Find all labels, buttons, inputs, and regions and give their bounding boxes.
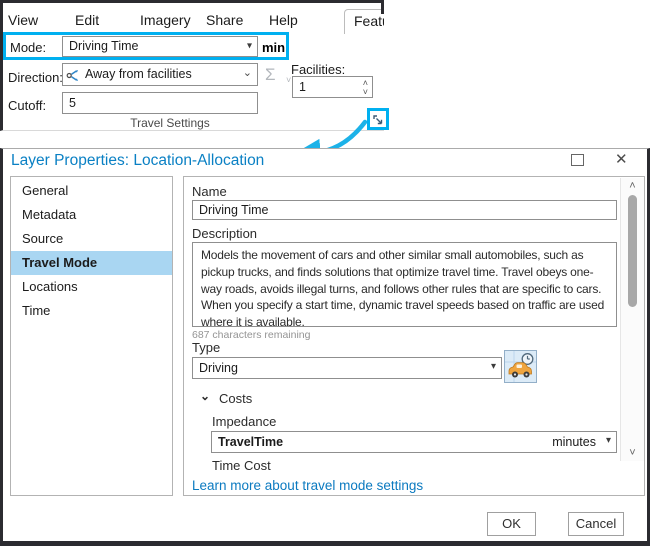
- dialog-sidebar: General Metadata Source Travel Mode Loca…: [10, 176, 173, 496]
- direction-label: Direction:: [8, 70, 63, 85]
- sidebar-item-general[interactable]: General: [11, 179, 172, 203]
- mode-label: Mode:: [10, 40, 46, 55]
- tab-feature-layer[interactable]: Featu: [344, 9, 384, 34]
- dropdown-caret-icon: ▾: [247, 36, 252, 55]
- ok-button[interactable]: OK: [487, 512, 536, 536]
- sidebar-item-source[interactable]: Source: [11, 227, 172, 251]
- menu-item-share[interactable]: Share: [206, 12, 243, 28]
- description-textarea[interactable]: Models the movement of cars and other si…: [192, 242, 617, 327]
- chevron-down-icon: ⌄: [243, 63, 252, 84]
- screenshot-edge: [381, 3, 384, 14]
- name-label: Name: [192, 184, 227, 199]
- facilities-value: 1: [299, 80, 306, 94]
- name-input[interactable]: Driving Time: [192, 200, 617, 220]
- mode-value: Driving Time: [69, 39, 138, 53]
- spinner-down-icon[interactable]: ˅: [363, 88, 368, 97]
- impedance-units-dropdown[interactable]: minutes: [552, 432, 596, 452]
- impedance-value: TravelTime: [218, 435, 283, 449]
- maximize-icon: [571, 154, 584, 166]
- sidebar-item-time[interactable]: Time: [11, 299, 172, 323]
- facilities-input[interactable]: 1 ˄ ˅: [292, 76, 373, 98]
- sidebar-item-travel-mode[interactable]: Travel Mode: [11, 251, 172, 275]
- mode-unit-label: min: [262, 40, 285, 55]
- direction-value: Away from facilities: [85, 67, 192, 81]
- facilities-label: Facilities:: [291, 62, 345, 77]
- menu-item-help[interactable]: Help: [269, 12, 298, 28]
- cancel-button[interactable]: Cancel: [568, 512, 624, 536]
- cutoff-input[interactable]: 5: [62, 92, 258, 114]
- travel-mode-pane: Name Driving Time Description Models the…: [183, 176, 645, 496]
- menu-item-imagery[interactable]: Imagery: [140, 12, 191, 28]
- dialog-launcher-button[interactable]: [372, 113, 384, 125]
- close-button[interactable]: ✕: [615, 150, 628, 168]
- time-cost-label: Time Cost: [212, 458, 271, 473]
- direction-dropdown[interactable]: Away from facilities ⌄: [62, 63, 258, 86]
- screenshot-stage: View Edit Imagery Share Help Featu Mode:…: [0, 0, 650, 548]
- menu-item-view[interactable]: View: [8, 12, 38, 28]
- type-label: Type: [192, 340, 220, 355]
- dropdown-caret-icon: ▾: [491, 357, 496, 377]
- impedance-field[interactable]: TravelTime minutes ▾: [211, 431, 617, 453]
- costs-section-label: Costs: [219, 391, 252, 406]
- dropdown-caret-icon: ▾: [606, 431, 611, 451]
- launcher-highlight: [367, 108, 389, 130]
- cutoff-label: Cutoff:: [8, 98, 46, 113]
- dialog-title: Layer Properties: Location-Allocation: [11, 152, 264, 170]
- impedance-label: Impedance: [212, 414, 276, 429]
- sidebar-item-metadata[interactable]: Metadata: [11, 203, 172, 227]
- maximize-button[interactable]: [571, 153, 584, 170]
- scroll-down-button[interactable]: ˅: [621, 447, 644, 459]
- driving-mode-icon-button[interactable]: [504, 350, 537, 383]
- car-clock-icon: [505, 369, 536, 386]
- sidebar-item-locations[interactable]: Locations: [11, 275, 172, 299]
- costs-collapse-icon[interactable]: ⌄: [200, 389, 210, 403]
- menu-item-edit[interactable]: Edit: [75, 12, 99, 28]
- cutoff-value: 5: [69, 96, 76, 110]
- type-dropdown[interactable]: Driving ▾: [192, 357, 502, 379]
- name-value: Driving Time: [199, 203, 268, 217]
- vertical-scrollbar[interactable]: ˄ ˅: [620, 178, 644, 461]
- learn-more-link[interactable]: Learn more about travel mode settings: [192, 478, 423, 493]
- layer-properties-dialog: Layer Properties: Location-Allocation ✕ …: [0, 148, 650, 546]
- mode-dropdown[interactable]: Driving Time ▾: [62, 36, 258, 57]
- description-label: Description: [192, 226, 257, 241]
- travel-settings-group-label: Travel Settings: [120, 116, 220, 130]
- away-from-facilities-icon: [66, 68, 81, 83]
- scrollbar-thumb[interactable]: [628, 195, 637, 307]
- scroll-up-button[interactable]: ˄: [621, 180, 644, 192]
- type-value: Driving: [199, 361, 238, 375]
- statistics-sum-icon[interactable]: Σ: [265, 65, 276, 85]
- scroll-viewport: Name Driving Time Description Models the…: [184, 177, 620, 473]
